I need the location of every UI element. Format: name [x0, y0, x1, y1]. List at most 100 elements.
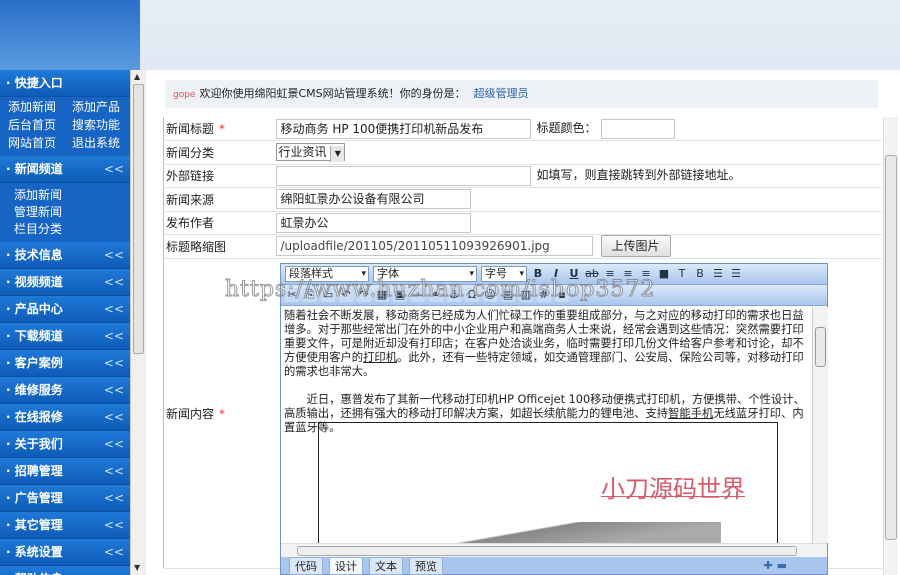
- media-icon[interactable]: ▥: [519, 288, 533, 302]
- thumbnail-input[interactable]: /uploadfile/201105/20110511093926901.jpg: [275, 236, 593, 257]
- sidebar-section[interactable]: · 技术信息 <<: [0, 242, 130, 269]
- welcome-text: 欢迎你使用绵阳虹景CMS网站管理系统！你的身份是：: [199, 87, 466, 100]
- category-select[interactable]: 行业资讯 ▼: [275, 143, 346, 163]
- chevron-icon: <<: [103, 437, 124, 451]
- submenu-item[interactable]: 栏目分类: [14, 221, 130, 238]
- sidebar-section-news[interactable]: · 新闻频道 <<: [0, 156, 130, 183]
- quick-link[interactable]: 后台首页: [8, 117, 72, 134]
- special-char-icon[interactable]: Ω: [465, 288, 479, 302]
- anchor-icon[interactable]: ⚓: [447, 288, 461, 302]
- field-label: 发布作者: [166, 216, 215, 231]
- redo-icon[interactable]: ↷: [357, 288, 371, 302]
- chevron-icon: <<: [103, 383, 124, 397]
- smartphone-link[interactable]: 智能手机: [668, 407, 713, 420]
- quick-access-header: · 快捷入口: [0, 70, 130, 97]
- font-size-select[interactable]: 字号: [481, 266, 527, 282]
- editor-content[interactable]: 随着社会不断发展，移动商务已经成为人们忙碌工作的重要组成部分，与之对应的移动打印…: [281, 307, 813, 543]
- tab-preview[interactable]: 预览: [409, 556, 443, 575]
- undo-icon[interactable]: ↶: [339, 288, 353, 302]
- bold-icon[interactable]: B: [531, 267, 545, 281]
- tab-design[interactable]: 设计: [329, 556, 363, 575]
- title-color-input[interactable]: [600, 118, 675, 139]
- title-input[interactable]: 移动商务 HP 100便携打印机新品发布: [275, 118, 531, 139]
- text-color-icon[interactable]: T: [675, 267, 689, 281]
- table-icon[interactable]: ▦: [375, 288, 389, 302]
- save-icon[interactable]: ▪: [555, 288, 569, 302]
- main-scrollbar[interactable]: [883, 117, 898, 575]
- scroll-down-icon[interactable]: ▼: [134, 563, 140, 572]
- printer-link[interactable]: 打印机: [363, 351, 397, 364]
- justify-icon[interactable]: ■: [657, 267, 671, 281]
- submenu-item[interactable]: 管理新闻: [14, 204, 130, 221]
- sidebar-section[interactable]: · 系统设置 <<: [0, 539, 130, 566]
- sidebar-section[interactable]: · 帮助信息<<: [0, 566, 130, 575]
- header-curve: [140, 0, 900, 70]
- background-color-icon[interactable]: B: [693, 267, 707, 281]
- quick-link[interactable]: 退出系统: [72, 135, 130, 152]
- align-left-icon[interactable]: ≡: [603, 267, 617, 281]
- scroll-thumb[interactable]: [297, 546, 797, 556]
- section-title: 产品中心: [14, 302, 63, 316]
- underline-icon[interactable]: U: [567, 267, 581, 281]
- sidebar-section[interactable]: · 广告管理 <<: [0, 485, 130, 512]
- paragraph-style-select[interactable]: 段落样式: [285, 266, 369, 282]
- align-right-icon[interactable]: ≡: [639, 267, 653, 281]
- quick-link[interactable]: 网站首页: [8, 135, 72, 152]
- upload-image-button[interactable]: 上传图片: [600, 235, 671, 258]
- strikethrough-icon[interactable]: ab: [585, 267, 599, 281]
- form-row-source: 新闻来源 绵阳虹景办公设备有限公司: [163, 187, 882, 212]
- quick-links: 添加新闻 添加产品 后台首页 搜索功能 网站首页 退出系统: [0, 97, 130, 156]
- sidebar-section[interactable]: · 其它管理 <<: [0, 512, 130, 539]
- tab-code[interactable]: 代码: [289, 556, 323, 575]
- quick-link[interactable]: 搜索功能: [72, 117, 130, 134]
- italic-icon[interactable]: I: [549, 267, 563, 281]
- field-label: 新闻内容: [166, 406, 215, 421]
- paste-icon[interactable]: ▭: [321, 288, 335, 302]
- sidebar-section[interactable]: · 下载频道 <<: [0, 323, 130, 350]
- editor-horizontal-scrollbar[interactable]: [281, 543, 827, 557]
- field-label: 新闻标题: [166, 122, 215, 136]
- cut-icon[interactable]: ✂: [285, 288, 299, 302]
- scroll-thumb[interactable]: [815, 327, 826, 367]
- chevron-icon: <<: [103, 248, 124, 262]
- sidebar-section[interactable]: · 产品中心 <<: [0, 296, 130, 323]
- sidebar-section[interactable]: · 在线报修 <<: [0, 404, 130, 431]
- zoom-in-out-icon[interactable]: ✚ ▬: [764, 559, 787, 572]
- source-input[interactable]: 绵阳虹景办公设备有限公司: [275, 189, 471, 210]
- scroll-thumb[interactable]: [133, 84, 144, 354]
- section-title: 广告管理: [14, 491, 63, 505]
- scroll-up-icon[interactable]: ▲: [134, 72, 140, 81]
- external-link-input[interactable]: [275, 165, 531, 186]
- editor-vertical-scrollbar[interactable]: [813, 307, 828, 543]
- flash-icon[interactable]: ▤: [501, 288, 515, 302]
- chevron-icon: <<: [103, 518, 124, 532]
- form-row-category: 新闻分类 行业资讯 ▼: [163, 140, 882, 165]
- submenu-item[interactable]: 添加新闻: [14, 187, 130, 204]
- chevron-icon: <<: [103, 491, 124, 505]
- grid-icon[interactable]: #: [537, 288, 551, 302]
- content-paragraph: 随着社会不断发展，移动商务已经成为人们忙碌工作的重要组成部分，与之对应的移动打印…: [284, 309, 809, 379]
- quick-link[interactable]: 添加产品: [72, 99, 130, 116]
- section-title: 关于我们: [14, 437, 63, 451]
- sidebar: · 快捷入口 添加新闻 添加产品 后台首页 搜索功能 网站首页 退出系统 · 新…: [0, 70, 130, 575]
- unordered-list-icon[interactable]: ☰: [729, 267, 743, 281]
- sidebar-section[interactable]: · 关于我们 <<: [0, 431, 130, 458]
- quick-link[interactable]: 添加新闻: [8, 99, 72, 116]
- link-icon[interactable]: ⚭: [429, 288, 443, 302]
- ordered-list-icon[interactable]: ☰: [711, 267, 725, 281]
- align-center-icon[interactable]: ≡: [621, 267, 635, 281]
- font-select[interactable]: 字体: [373, 266, 477, 282]
- line-icon[interactable]: —: [411, 288, 425, 302]
- author-input[interactable]: 虹景办公: [275, 212, 471, 233]
- sidebar-section[interactable]: · 维修服务 <<: [0, 377, 130, 404]
- sidebar-scrollbar[interactable]: ▲ ▼: [130, 70, 146, 575]
- sidebar-section[interactable]: · 招聘管理 <<: [0, 458, 130, 485]
- copy-icon[interactable]: ⎘: [303, 288, 317, 302]
- sidebar-section[interactable]: · 视频频道 <<: [0, 269, 130, 296]
- image-icon[interactable]: ▣: [393, 288, 407, 302]
- section-title: 系统设置: [14, 545, 63, 559]
- scroll-thumb[interactable]: [885, 155, 897, 540]
- emoticon-icon[interactable]: ☺: [483, 288, 497, 302]
- sidebar-section[interactable]: · 客户案例 <<: [0, 350, 130, 377]
- tab-text[interactable]: 文本: [369, 556, 403, 575]
